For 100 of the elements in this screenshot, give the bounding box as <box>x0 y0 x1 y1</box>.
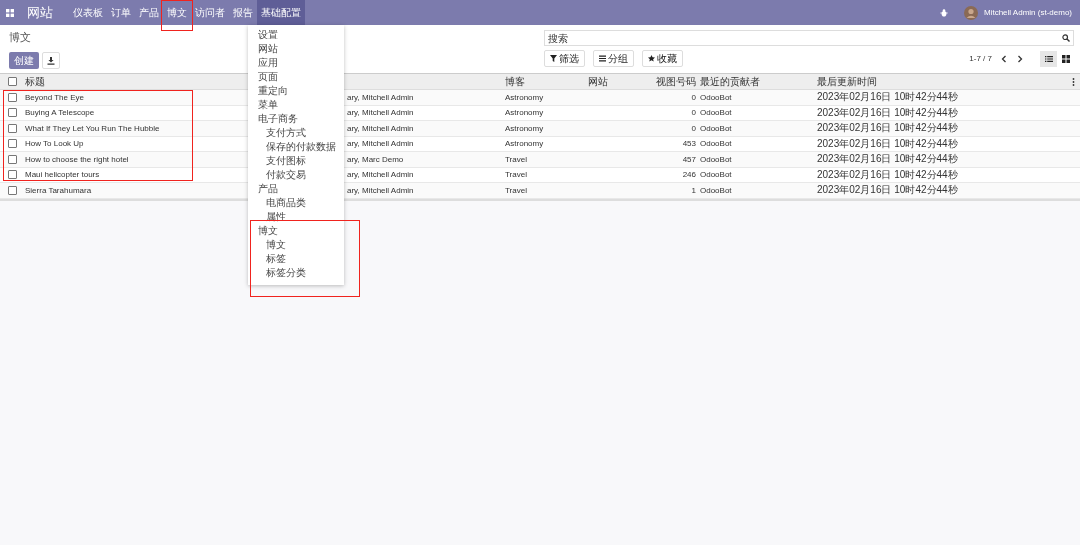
table-cell: ary, Mitchell Admin <box>347 185 414 195</box>
user-name[interactable]: Mitchell Admin (st-demo) <box>983 8 1072 17</box>
row-checkbox[interactable] <box>8 154 17 164</box>
table-cell: 246 <box>682 170 696 180</box>
dropdown-item[interactable]: 设置 <box>258 28 278 42</box>
dropdown-item[interactable]: 支付图标 <box>266 154 306 168</box>
menu-section-header: 电子商务 <box>258 112 298 126</box>
filter-button[interactable]: 收藏 <box>642 50 683 67</box>
star-icon <box>648 55 655 62</box>
table-cell: How to choose the right hotel <box>25 154 129 164</box>
column-header[interactable]: 博客 <box>505 75 525 87</box>
pager-text: 1-7 / 7 <box>969 54 992 63</box>
table-cell: OdooBot <box>700 170 732 180</box>
dropdown-item[interactable]: 保存的付款数据 <box>266 140 336 154</box>
previous-icon[interactable] <box>1000 54 1008 63</box>
table-cell: Beyond The Eye <box>25 92 84 102</box>
nav-menu-item[interactable]: 基础配置 <box>257 0 305 25</box>
column-header[interactable]: 最近的贡献者 <box>700 75 760 87</box>
dropdown-item[interactable]: 支付方式 <box>266 126 306 140</box>
download-button[interactable] <box>42 52 60 69</box>
table-cell: OdooBot <box>700 108 732 118</box>
dropdown-item[interactable]: 博文 <box>266 238 286 252</box>
table-cell: 2023年02月16日 10时42分44秒 <box>817 106 958 118</box>
dropdown-item[interactable]: 应用 <box>258 56 278 70</box>
nav-menu-item[interactable]: 访问者 <box>191 0 229 25</box>
table-cell: OdooBot <box>700 139 732 149</box>
menu-section-header: 博文 <box>258 224 278 238</box>
table-cell: ary, Marc Demo <box>347 154 404 164</box>
table-cell: 2023年02月16日 10时42分44秒 <box>817 184 958 196</box>
dropdown-item[interactable]: 重定向 <box>258 84 288 98</box>
table-cell: Buying A Telescope <box>25 108 95 118</box>
table-cell: ary, Mitchell Admin <box>347 170 414 180</box>
search-field[interactable]: 搜索 <box>544 30 1074 46</box>
menu-section-header: 产品 <box>258 182 278 196</box>
row-checkbox[interactable] <box>8 92 17 102</box>
list-view-button[interactable] <box>1040 50 1057 67</box>
column-header[interactable]: 视图号码 <box>656 75 696 87</box>
table-cell: Sierra Tarahumara <box>25 185 92 195</box>
app-name[interactable]: 网站 <box>27 3 53 22</box>
table-cell: How To Look Up <box>25 139 84 149</box>
table-cell: 0 <box>691 123 696 133</box>
table-cell: 0 <box>691 108 696 118</box>
table-cell: OdooBot <box>700 92 732 102</box>
funnel-icon <box>550 55 557 62</box>
table-cell: Travel <box>505 185 527 195</box>
table-cell: 2023年02月16日 10时42分44秒 <box>817 122 958 134</box>
table-cell: 0 <box>691 92 696 102</box>
row-checkbox[interactable] <box>8 123 17 133</box>
dropdown-item[interactable]: 网站 <box>258 42 278 56</box>
dropdown-item[interactable]: 标签 <box>266 252 286 266</box>
create-button[interactable]: 创建 <box>9 52 39 69</box>
table-cell: ary, Mitchell Admin <box>347 108 414 118</box>
table-cell: Astronomy <box>505 108 544 118</box>
row-checkbox[interactable] <box>8 170 17 180</box>
table-cell: 2023年02月16日 10时42分44秒 <box>817 91 958 103</box>
nav-menu-item[interactable]: 订单 <box>107 0 135 25</box>
apps-menu-icon[interactable] <box>6 8 14 17</box>
dropdown-item[interactable]: 电商品类 <box>266 196 306 210</box>
bug-icon[interactable] <box>939 8 948 17</box>
column-header[interactable]: 网站 <box>588 75 608 87</box>
grid-icon <box>1061 54 1070 63</box>
table-cell: ary, Mitchell Admin <box>347 123 414 133</box>
dropdown-item[interactable]: 标签分类 <box>266 266 306 280</box>
dropdown-item[interactable]: 页面 <box>258 70 278 84</box>
table-cell: 2023年02月16日 10时42分44秒 <box>817 168 958 180</box>
download-icon <box>47 56 55 65</box>
row-checkbox[interactable] <box>8 185 17 195</box>
table-cell: 453 <box>682 139 696 149</box>
nav-menu-item[interactable]: 博文 <box>163 0 191 25</box>
filter-button[interactable]: 分组 <box>593 50 634 67</box>
row-checkbox[interactable] <box>8 139 17 149</box>
table-cell: Travel <box>505 170 527 180</box>
list-icon <box>1044 54 1053 63</box>
table-cell: 2023年02月16日 10时42分44秒 <box>817 137 958 149</box>
table-cell: ary, Mitchell Admin <box>347 139 414 149</box>
column-options-icon[interactable] <box>1072 77 1075 86</box>
page-title: 博文 <box>9 30 32 45</box>
next-icon[interactable] <box>1016 54 1024 63</box>
table-cell: Astronomy <box>505 123 544 133</box>
table-cell: 1 <box>691 185 696 195</box>
table-cell: 457 <box>682 154 696 164</box>
table-cell: Maui helicopter tours <box>25 170 100 180</box>
column-header[interactable]: 标题 <box>25 75 45 87</box>
dropdown-item[interactable]: 菜单 <box>258 98 278 112</box>
lines-icon <box>599 55 606 62</box>
row-checkbox[interactable] <box>8 108 17 118</box>
table-cell: ary, Mitchell Admin <box>347 92 414 102</box>
nav-menu-item[interactable]: 产品 <box>135 0 163 25</box>
user-avatar <box>963 5 978 20</box>
select-all-checkbox[interactable] <box>8 77 17 86</box>
nav-menu-item[interactable]: 仪表板 <box>69 0 107 25</box>
dropdown-item[interactable]: 付款交易 <box>266 168 306 182</box>
table-cell: What If They Let You Run The Hubble <box>25 123 160 133</box>
filter-button[interactable]: 筛选 <box>544 50 585 67</box>
table-cell: 2023年02月16日 10时42分44秒 <box>817 153 958 165</box>
column-header[interactable]: 最后更新时间 <box>817 75 877 87</box>
search-icon[interactable] <box>1062 34 1070 42</box>
table-cell: OdooBot <box>700 154 732 164</box>
nav-menu-item[interactable]: 报告 <box>229 0 257 25</box>
table-cell: OdooBot <box>700 123 732 133</box>
